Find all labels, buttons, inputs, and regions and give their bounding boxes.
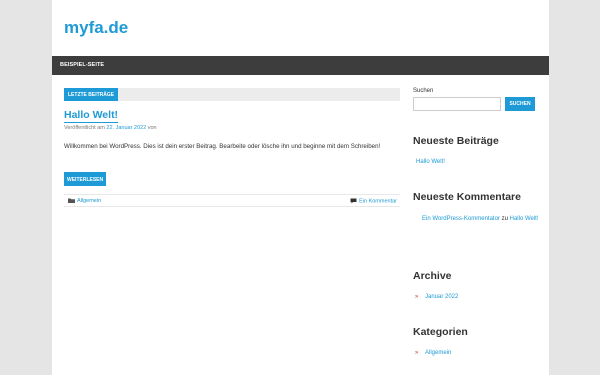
post-excerpt: Willkommen bei WordPress. Dies ist dein … — [64, 143, 381, 150]
comment-author-link[interactable]: Ein WordPress-Kommentator — [422, 216, 500, 222]
page-container: myfa.de BEISPIEL-SEITE LETZTE BEITRÄGE H… — [52, 0, 549, 375]
post-date-link[interactable]: 22. Januar 2022 — [106, 125, 146, 131]
comments-link[interactable]: Ein Kommentar — [350, 198, 397, 204]
category-label: Allgemein — [77, 198, 102, 204]
post-title-link[interactable]: Hallo Welt! — [64, 109, 119, 123]
read-more-button[interactable]: WEITERLESEN — [64, 172, 107, 186]
comment-post-link[interactable]: Hallo Welt! — [510, 216, 539, 222]
site-title[interactable]: myfa.de — [64, 18, 128, 38]
section-heading-label: LETZTE BEITRÄGE — [64, 88, 119, 101]
recent-posts-title: Neueste Beiträge — [413, 135, 499, 147]
post-footer: Allgemein Ein Kommentar — [64, 194, 400, 207]
meta-suffix: von — [147, 125, 157, 131]
post-meta: Veröffentlicht am 22. Januar 2022 von — [64, 125, 157, 131]
comment-connector: zu — [501, 216, 508, 222]
recent-comments-title: Neueste Kommentare — [413, 191, 521, 203]
search-input[interactable] — [413, 97, 501, 111]
category-bullet: » — [415, 350, 419, 356]
category-link-allgemein[interactable]: Allgemein — [425, 350, 451, 356]
folder-icon — [68, 198, 75, 204]
section-heading-bar: LETZTE BEITRÄGE — [64, 88, 400, 101]
category-link[interactable]: Allgemein — [68, 198, 101, 204]
categories-title: Kategorien — [413, 326, 468, 338]
recent-post-link[interactable]: Hallo Welt! — [416, 159, 445, 165]
main-navigation: BEISPIEL-SEITE — [52, 56, 549, 75]
search-label: Suchen — [413, 88, 434, 94]
comments-label: Ein Kommentar — [359, 198, 397, 205]
comment-icon — [350, 198, 357, 204]
recent-comment-item: Ein WordPress-Kommentator zu Hallo Welt! — [422, 214, 542, 224]
archive-title: Archive — [413, 270, 452, 282]
main-content: LETZTE BEITRÄGE Hallo Welt! Veröffentlic… — [64, 88, 400, 207]
search-button[interactable]: SUCHEN — [505, 97, 535, 111]
archive-link-januar-2022[interactable]: Januar 2022 — [425, 294, 458, 300]
archive-bullet: » — [415, 294, 419, 300]
meta-prefix: Veröffentlicht am — [64, 125, 105, 131]
nav-item-beispiel-seite[interactable]: BEISPIEL-SEITE — [60, 62, 104, 68]
